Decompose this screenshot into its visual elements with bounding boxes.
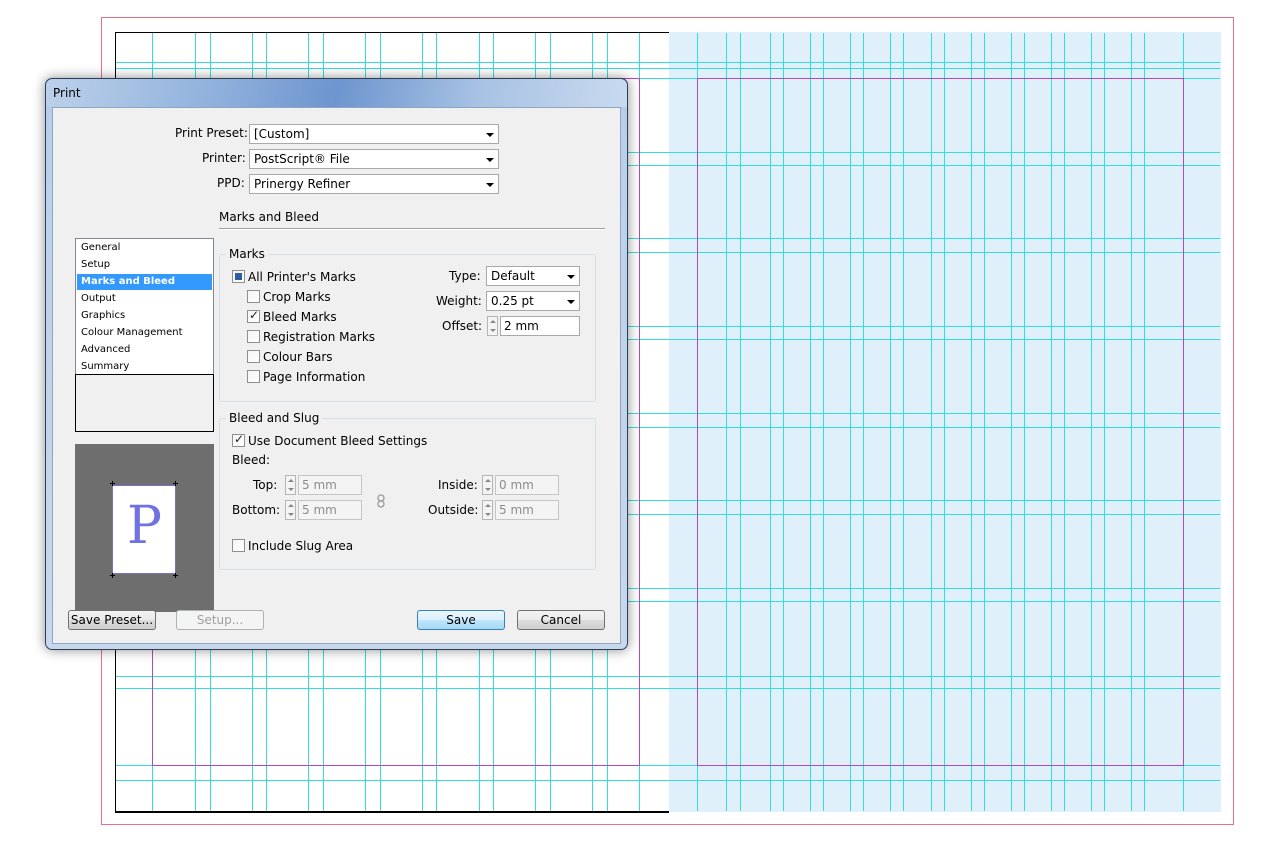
nav-item-setup[interactable]: Setup bbox=[77, 257, 212, 273]
page-information-checkbox[interactable] bbox=[247, 370, 260, 383]
preview-page: P bbox=[112, 485, 176, 574]
crop-marks-checkbox[interactable] bbox=[247, 290, 260, 303]
type-dropdown[interactable]: Default bbox=[486, 266, 580, 286]
nav-item-general[interactable]: General bbox=[77, 240, 212, 256]
nav-item-marks-and-bleed[interactable]: Marks and Bleed bbox=[77, 274, 212, 290]
ppd-label: PPD: bbox=[217, 176, 245, 190]
dialog-body: Print Preset: [Custom] Printer: PostScri… bbox=[52, 107, 621, 644]
bleed-mark bbox=[112, 481, 113, 486]
print-preset-dropdown[interactable]: [Custom] bbox=[249, 124, 499, 144]
printer-dropdown[interactable]: PostScript® File bbox=[249, 149, 499, 169]
bleed-mark bbox=[175, 573, 176, 578]
outside-stepper bbox=[482, 500, 493, 520]
chain-link-icon[interactable] bbox=[375, 494, 387, 508]
include-slug-area-label: Include Slug Area bbox=[248, 539, 354, 553]
bleed-marks-label: Bleed Marks bbox=[263, 310, 337, 324]
print-preview: P bbox=[75, 444, 214, 612]
marks-group-title: Marks bbox=[226, 247, 268, 261]
top-label: Top: bbox=[253, 478, 278, 492]
nav-item-advanced[interactable]: Advanced bbox=[77, 342, 212, 358]
colour-bars-checkbox[interactable] bbox=[247, 350, 260, 363]
offset-label: Offset: bbox=[442, 319, 483, 333]
category-list-empty-area bbox=[75, 374, 214, 432]
save-preset-button[interactable]: Save Preset... bbox=[68, 610, 156, 630]
setup-button: Setup... bbox=[176, 610, 264, 630]
type-label: Type: bbox=[449, 269, 481, 283]
outside-input: 5 mm bbox=[495, 500, 559, 520]
type-value: Default bbox=[491, 269, 535, 283]
chevron-down-icon bbox=[567, 275, 575, 279]
weight-label: Weight: bbox=[436, 294, 482, 308]
section-title: Marks and Bleed bbox=[219, 210, 319, 224]
bleed-marks-checkbox[interactable] bbox=[247, 308, 260, 323]
include-slug-area-checkbox[interactable] bbox=[232, 539, 245, 552]
registration-marks-label: Registration Marks bbox=[263, 330, 376, 344]
chevron-down-icon bbox=[567, 300, 575, 304]
bleed-label: Bleed: bbox=[232, 453, 270, 467]
use-document-bleed-checkbox[interactable] bbox=[232, 432, 245, 447]
dialog-title: Print bbox=[53, 86, 81, 100]
cancel-button[interactable]: Cancel bbox=[517, 610, 605, 630]
chevron-down-icon bbox=[486, 158, 494, 162]
nav-item-graphics[interactable]: Graphics bbox=[77, 308, 212, 324]
top-stepper bbox=[285, 475, 296, 495]
print-preset-label: Print Preset: bbox=[175, 126, 248, 140]
chevron-down-icon bbox=[486, 183, 494, 187]
all-printers-marks-checkbox[interactable] bbox=[232, 270, 245, 283]
nav-item-output[interactable]: Output bbox=[77, 291, 212, 307]
top-input: 5 mm bbox=[298, 475, 362, 495]
colour-bars-label: Colour Bars bbox=[263, 350, 333, 364]
inside-stepper bbox=[482, 475, 493, 495]
print-dialog: Print Print Preset: [Custom] Printer: Po… bbox=[45, 78, 628, 650]
bottom-label: Bottom: bbox=[232, 503, 281, 517]
nav-item-summary[interactable]: Summary bbox=[77, 359, 212, 375]
all-printers-marks-label: All Printer's Marks bbox=[248, 270, 356, 284]
bleed-mark bbox=[175, 481, 176, 486]
inside-input: 0 mm bbox=[495, 475, 559, 495]
bottom-stepper bbox=[285, 500, 296, 520]
page-information-label: Page Information bbox=[263, 370, 366, 384]
inside-label: Inside: bbox=[438, 478, 478, 492]
registration-marks-checkbox[interactable] bbox=[247, 330, 260, 343]
section-divider bbox=[219, 228, 605, 230]
printer-label: Printer: bbox=[202, 151, 246, 165]
print-preset-value: [Custom] bbox=[254, 127, 310, 141]
preview-letter: P bbox=[127, 496, 162, 556]
weight-dropdown[interactable]: 0.25 pt bbox=[486, 291, 580, 311]
ppd-dropdown[interactable]: Prinergy Refiner bbox=[249, 174, 499, 194]
save-button[interactable]: Save bbox=[417, 610, 505, 630]
nav-item-colour-management[interactable]: Colour Management bbox=[77, 325, 212, 341]
bottom-input: 5 mm bbox=[298, 500, 362, 520]
ppd-value: Prinergy Refiner bbox=[254, 177, 351, 191]
crop-marks-label: Crop Marks bbox=[263, 290, 331, 304]
weight-value: 0.25 pt bbox=[491, 294, 534, 308]
bleed-mark bbox=[112, 573, 113, 578]
use-document-bleed-label: Use Document Bleed Settings bbox=[248, 434, 428, 448]
outside-label: Outside: bbox=[428, 503, 479, 517]
dialog-titlebar[interactable]: Print bbox=[46, 79, 627, 107]
offset-input[interactable]: 2 mm bbox=[500, 316, 580, 336]
printer-value: PostScript® File bbox=[254, 152, 350, 166]
chevron-down-icon bbox=[486, 133, 494, 137]
offset-stepper[interactable] bbox=[487, 316, 498, 336]
bleed-and-slug-group-title: Bleed and Slug bbox=[226, 411, 323, 425]
